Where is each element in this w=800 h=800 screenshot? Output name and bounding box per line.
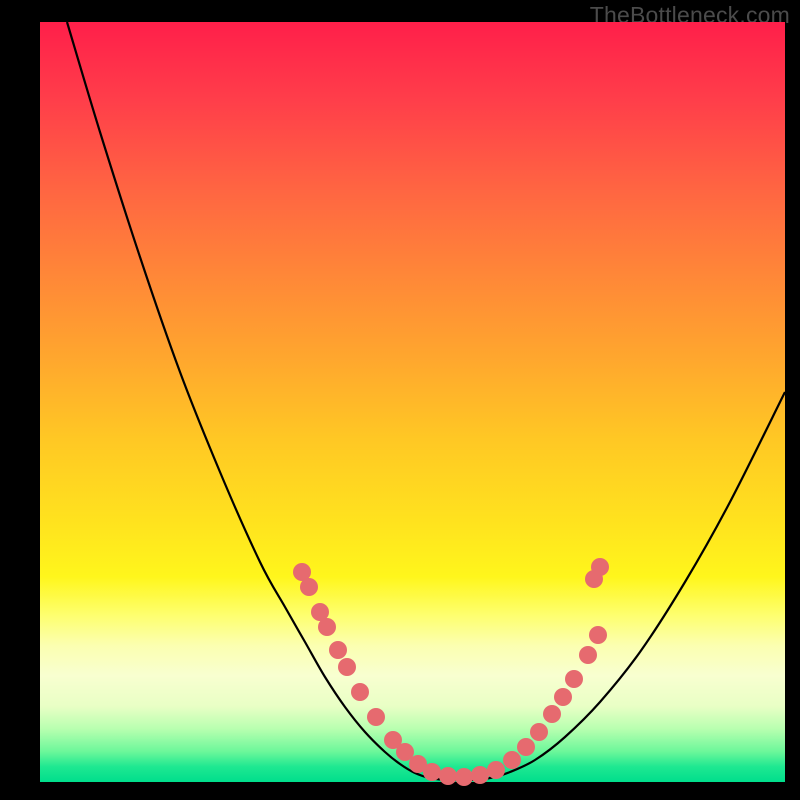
marker-dot bbox=[300, 578, 318, 596]
marker-dot bbox=[367, 708, 385, 726]
marker-dot bbox=[589, 626, 607, 644]
marker-dot bbox=[591, 558, 609, 576]
marker-dot bbox=[565, 670, 583, 688]
marker-dot bbox=[543, 705, 561, 723]
marker-dot bbox=[487, 761, 505, 779]
marker-dot bbox=[554, 688, 572, 706]
marker-dot bbox=[338, 658, 356, 676]
marker-dot bbox=[517, 738, 535, 756]
marker-dot bbox=[530, 723, 548, 741]
bottleneck-curve bbox=[67, 22, 785, 780]
marker-dot bbox=[455, 768, 473, 786]
marker-dot bbox=[503, 751, 521, 769]
marker-dot bbox=[439, 767, 457, 785]
frame: TheBottleneck.com bbox=[0, 0, 800, 800]
marker-dot bbox=[318, 618, 336, 636]
marker-dot bbox=[471, 766, 489, 784]
marker-dot bbox=[423, 763, 441, 781]
plot-area bbox=[40, 22, 785, 782]
marker-dots bbox=[293, 558, 609, 786]
marker-dot bbox=[579, 646, 597, 664]
marker-dot bbox=[351, 683, 369, 701]
marker-dot bbox=[329, 641, 347, 659]
curve-svg bbox=[40, 22, 785, 782]
